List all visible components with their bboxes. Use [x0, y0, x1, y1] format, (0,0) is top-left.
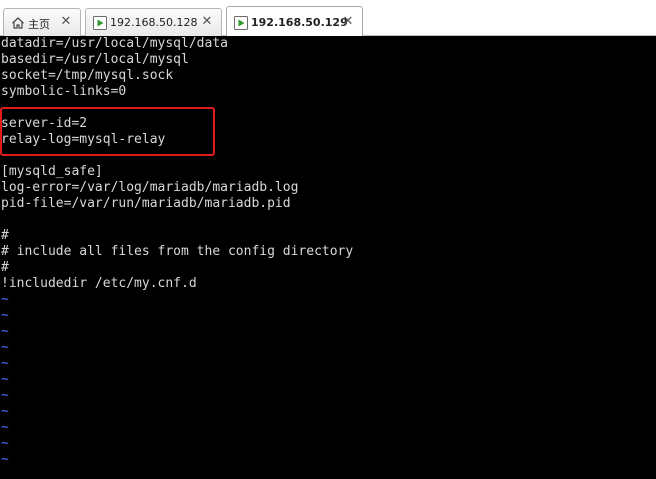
config-line: socket=/tmp/mysql.sock — [1, 68, 174, 83]
empty-line-marker: ~ — [1, 420, 9, 435]
empty-line-marker: ~ — [1, 340, 9, 355]
tab-192-168-50-128-label: 192.168.50.128 — [110, 16, 198, 29]
empty-line-marker: ~ — [1, 308, 9, 323]
tab-192-168-50-128-close-button[interactable]: ✕ — [199, 14, 215, 30]
config-line: # include all files from the config dire… — [1, 244, 354, 259]
vm-icon — [93, 16, 107, 30]
tab-home-label: 主页 — [28, 18, 50, 31]
terminal-console[interactable]: datadir=/usr/local/mysql/data basedir=/u… — [0, 36, 656, 479]
config-line: !includedir /etc/my.cnf.d — [1, 276, 197, 291]
tab-home-close-button[interactable]: ✕ — [58, 14, 74, 30]
home-icon — [11, 16, 25, 30]
empty-line-marker: ~ — [1, 452, 9, 467]
tab-192-168-50-128[interactable]: 192.168.50.128 ✕ — [85, 8, 222, 36]
empty-line-marker: ~ — [1, 388, 9, 403]
config-line: # — [1, 260, 9, 275]
config-line: log-error=/var/log/mariadb/mariadb.log — [1, 180, 299, 195]
config-line: [mysqld_safe] — [1, 164, 103, 179]
empty-line-marker: ~ — [1, 404, 9, 419]
tab-bar: 主页 ✕ 192.168.50.128 ✕ 192.168.50.129 ✕ — [0, 0, 656, 37]
config-line: datadir=/usr/local/mysql/data — [1, 36, 228, 51]
empty-line-marker: ~ — [1, 372, 9, 387]
tab-home[interactable]: 主页 ✕ — [3, 8, 81, 36]
empty-line-marker: ~ — [1, 292, 9, 307]
config-line: # — [1, 228, 9, 243]
config-line: symbolic-links=0 — [1, 84, 127, 99]
config-line: basedir=/usr/local/mysql — [1, 52, 189, 67]
empty-line-marker: ~ — [1, 436, 9, 451]
empty-line-marker: ~ — [1, 324, 9, 339]
tab-192-168-50-129-label: 192.168.50.129 — [251, 16, 348, 29]
empty-line-marker: ~ — [1, 356, 9, 371]
config-line: pid-file=/var/run/mariadb/mariadb.pid — [1, 196, 291, 211]
vm-icon — [234, 16, 248, 30]
tab-192-168-50-129[interactable]: 192.168.50.129 ✕ — [226, 6, 363, 37]
highlight-box — [0, 107, 215, 156]
tab-192-168-50-129-close-button[interactable]: ✕ — [340, 14, 356, 30]
